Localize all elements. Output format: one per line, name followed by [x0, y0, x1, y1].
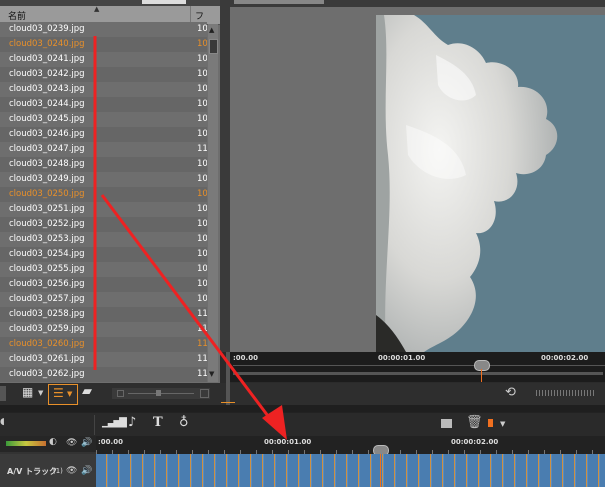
annotation-arrowhead — [262, 405, 287, 440]
annotation-overlay — [93, 36, 287, 440]
annotation-arrow-line — [100, 194, 276, 425]
